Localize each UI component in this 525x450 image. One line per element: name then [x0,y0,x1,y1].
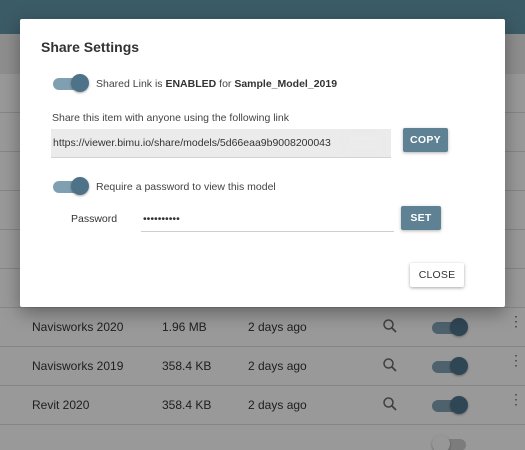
password-toggle-label: Require a password to view this model [96,181,276,193]
copy-link-button[interactable]: COPY [403,128,448,152]
redacted-link-end [346,134,381,152]
shared-link-toggle[interactable] [53,74,89,92]
password-required-toggle[interactable] [53,177,89,195]
model-name: Sample_Model_2019 [234,78,338,90]
dialog-title: Share Settings [41,39,140,55]
share-hint-text: Share this item with anyone using the fo… [52,112,289,124]
toggle-thumb [71,177,89,195]
share-link-text[interactable]: https://viewer.bimu.io/share/models/5d66… [53,137,331,149]
share-link-field[interactable]: https://viewer.bimu.io/share/models/5d66… [51,129,391,158]
close-button[interactable]: CLOSE [410,263,464,287]
shared-status-state: ENABLED [165,78,217,90]
shared-link-status: Shared Link is ENABLED for Sample_Model_… [96,78,337,90]
password-label: Password [71,213,118,225]
share-settings-dialog: Share Settings Shared Link is ENABLED fo… [20,19,505,307]
set-password-button[interactable]: SET [401,206,441,230]
app-page: Navisworks 2020 1.96 MB 2 days ago ⋮ Nav… [0,0,525,450]
toggle-thumb [71,74,89,92]
shared-status-mid: for [216,78,235,90]
shared-status-prefix: Shared Link is [96,78,166,90]
password-input[interactable] [141,207,394,232]
